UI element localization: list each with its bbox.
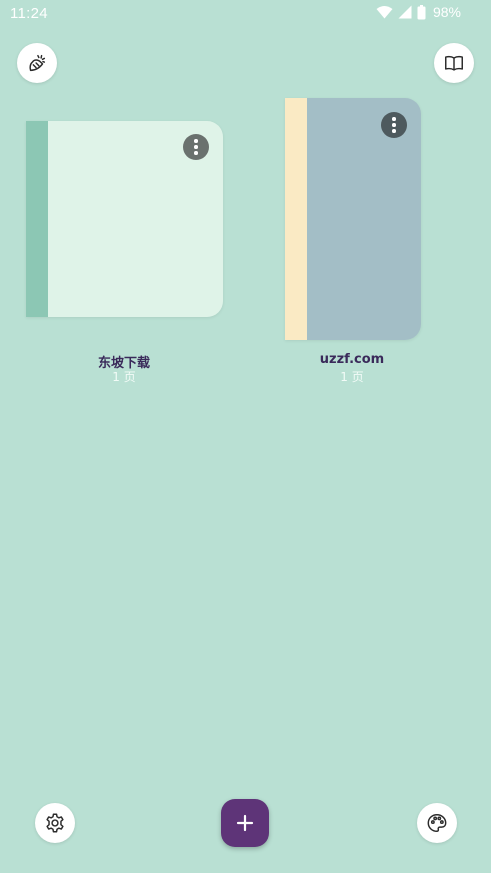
notebook-page-count: 1 页 (112, 370, 136, 384)
notebook-menu-button[interactable] (183, 134, 209, 160)
add-notebook-button[interactable] (221, 799, 269, 847)
notebook-page-count: 1 页 (340, 370, 364, 384)
book-icon (445, 55, 463, 71)
clean-brush-icon (29, 54, 46, 72)
status-icons: 98% (376, 4, 461, 20)
notebook-cover (307, 98, 421, 340)
battery-icon (417, 4, 426, 19)
notebook-card[interactable] (26, 121, 223, 317)
cell-signal-icon (398, 5, 412, 19)
dot (194, 145, 198, 149)
notebook-card[interactable] (285, 98, 421, 340)
settings-button[interactable] (35, 803, 75, 843)
notebook-menu-button[interactable] (381, 112, 407, 138)
palette-icon (427, 814, 447, 832)
status-time: 11:24 (10, 5, 48, 22)
gear-icon (46, 813, 64, 833)
dot (392, 117, 396, 121)
plus-icon (236, 814, 254, 832)
dot (194, 139, 198, 143)
theme-button[interactable] (417, 803, 457, 843)
wifi-icon (376, 6, 393, 19)
clean-button[interactable] (17, 43, 57, 83)
dot (392, 123, 396, 127)
notebook-spine (26, 121, 48, 317)
library-button[interactable] (434, 43, 474, 83)
battery-level: 98% (432, 4, 461, 20)
status-bar: 11:24 98% (0, 0, 491, 28)
dot (194, 151, 198, 155)
dot (392, 129, 396, 133)
notebook-title[interactable]: uzzf.com (252, 352, 452, 367)
notebook-spine (285, 98, 307, 340)
